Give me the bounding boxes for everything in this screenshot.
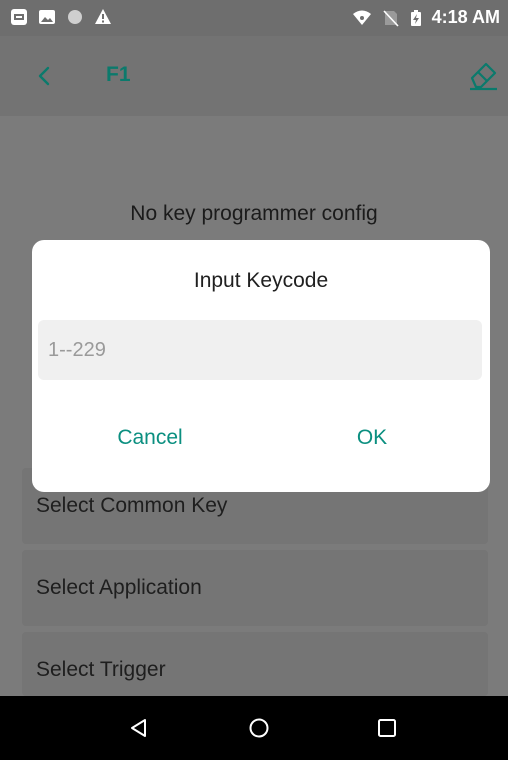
status-bar-left: [10, 8, 112, 26]
status-time: 4:18 AM: [431, 7, 500, 27]
status-bar: 4:18 AM: [0, 0, 508, 36]
cancel-button[interactable]: Cancel: [60, 410, 240, 466]
page-title: F1: [106, 63, 131, 86]
navigation-bar: [0, 696, 508, 760]
battery-charging-icon: [410, 9, 421, 26]
back-triangle-icon[interactable]: [127, 716, 151, 740]
status-bar-right: 4:18 AM: [352, 7, 500, 28]
chevron-left-icon[interactable]: [34, 62, 58, 90]
app-toolbar: F1: [0, 36, 508, 116]
eraser-icon[interactable]: [466, 58, 500, 92]
no-sim-icon: [383, 9, 399, 27]
option-select-application[interactable]: Select Application: [22, 550, 488, 626]
home-circle-icon[interactable]: [247, 716, 271, 740]
empty-config-message: No key programmer config: [130, 202, 378, 225]
option-label: Select Application: [36, 576, 202, 599]
warning-icon: [95, 9, 111, 24]
input-keycode-dialog: Input Keycode Cancel OK: [32, 240, 490, 492]
image-icon: [39, 10, 55, 24]
sim-card-icon: [11, 9, 27, 25]
wifi-icon: [352, 10, 371, 25]
option-label: Select Trigger: [36, 658, 166, 681]
option-label: Select Common Key: [36, 494, 228, 517]
ok-button[interactable]: OK: [282, 410, 462, 466]
circle-icon: [68, 10, 82, 24]
recents-square-icon[interactable]: [375, 716, 399, 740]
dialog-title: Input Keycode: [193, 269, 329, 292]
keycode-input[interactable]: [38, 320, 482, 380]
option-select-trigger[interactable]: Select Trigger: [22, 632, 488, 696]
